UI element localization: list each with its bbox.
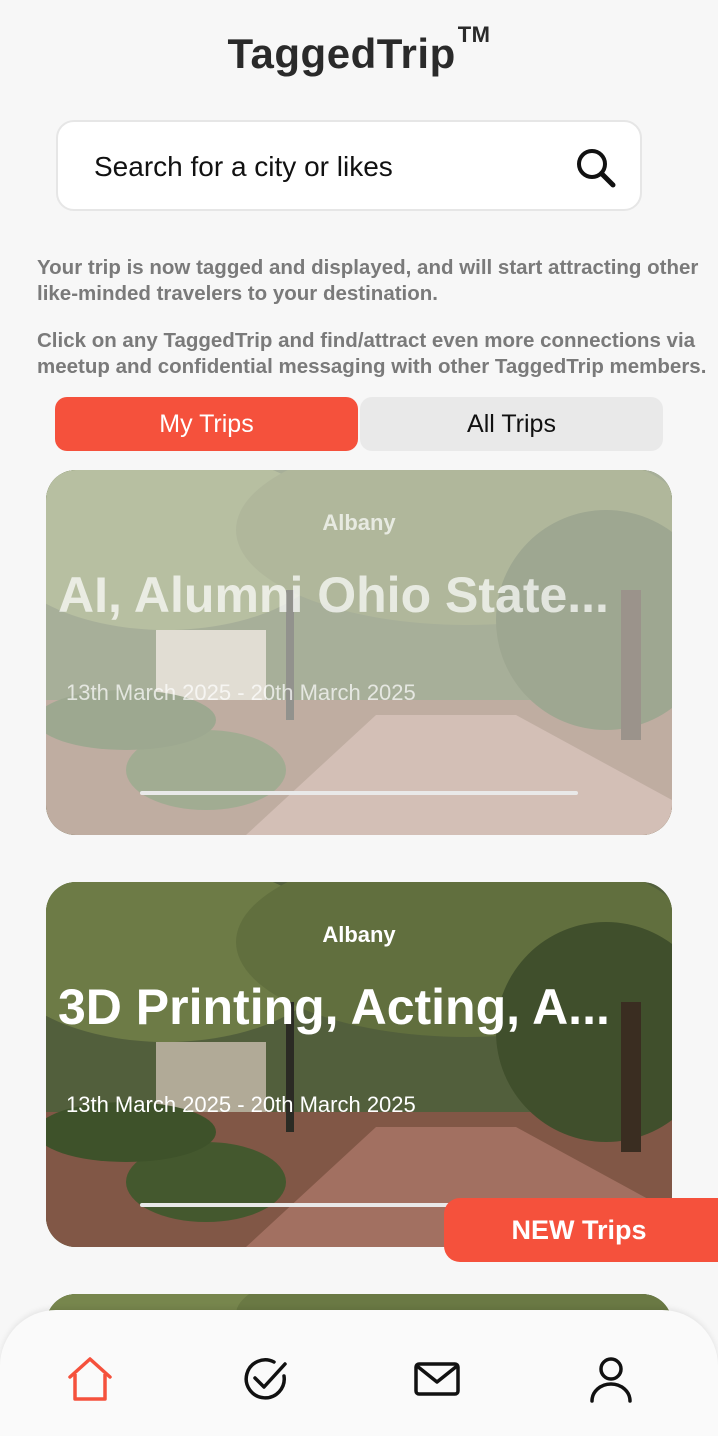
info-paragraph-tagged: Your trip is now tagged and displayed, a… <box>37 256 699 305</box>
trip-title: 3D Printing, Acting, A... <box>58 979 610 1035</box>
check-circle-icon[interactable] <box>240 1354 290 1404</box>
search-box[interactable] <box>56 120 642 211</box>
tab-all-trips[interactable]: All Trips <box>360 397 663 451</box>
app-title: TaggedTripTM <box>227 22 491 77</box>
trip-tabs: My Trips All Trips <box>55 397 663 451</box>
trademark-mark: TM <box>457 22 491 47</box>
new-trips-button[interactable]: NEW Trips <box>444 1198 718 1262</box>
trip-dates: 13th March 2025 - 20th March 2025 <box>66 680 416 705</box>
search-icon[interactable] <box>574 146 618 190</box>
trip-card[interactable]: Albany 3D Printing, Acting, A... 13th Ma… <box>46 882 672 1247</box>
info-paragraph-connections: Click on any TaggedTrip and find/attract… <box>37 329 707 378</box>
search-input[interactable] <box>92 144 556 190</box>
bottom-nav <box>0 1310 718 1436</box>
trip-city: Albany <box>322 510 396 535</box>
profile-icon[interactable] <box>586 1354 636 1404</box>
home-icon[interactable] <box>65 1354 115 1404</box>
trip-title: AI, Alumni Ohio State... <box>58 567 609 623</box>
trip-city: Albany <box>322 922 396 947</box>
mail-icon[interactable] <box>412 1354 462 1404</box>
tab-my-trips[interactable]: My Trips <box>55 397 358 451</box>
trip-card[interactable]: Albany AI, Alumni Ohio State... 13th Mar… <box>46 470 672 835</box>
card-progress-bar <box>140 791 578 795</box>
trip-dates: 13th March 2025 - 20th March 2025 <box>66 1092 416 1117</box>
